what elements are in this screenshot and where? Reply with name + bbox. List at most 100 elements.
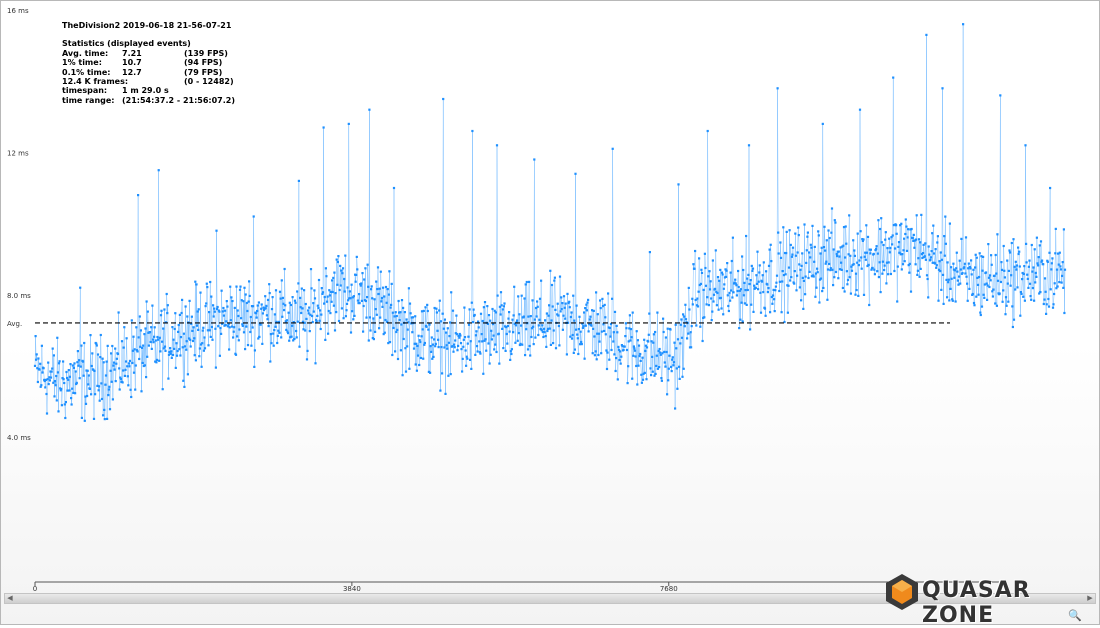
data-point bbox=[673, 341, 676, 344]
data-point bbox=[143, 333, 146, 336]
data-point bbox=[889, 272, 892, 276]
data-point bbox=[73, 362, 76, 365]
data-point bbox=[832, 284, 835, 287]
data-point bbox=[362, 330, 365, 333]
data-point bbox=[326, 295, 329, 298]
data-point bbox=[652, 333, 655, 336]
data-point bbox=[389, 306, 392, 309]
data-point bbox=[411, 316, 414, 319]
data-point bbox=[858, 108, 862, 111]
data-point bbox=[712, 300, 715, 303]
data-point bbox=[767, 264, 771, 267]
data-point bbox=[243, 286, 246, 289]
data-point bbox=[418, 363, 421, 367]
data-point bbox=[390, 282, 393, 285]
data-point bbox=[624, 335, 627, 338]
data-point bbox=[398, 319, 401, 322]
data-point bbox=[289, 303, 292, 307]
y-tick-label: 8.0 ms bbox=[7, 292, 31, 300]
data-point bbox=[131, 361, 134, 365]
data-point bbox=[102, 414, 105, 417]
data-point bbox=[746, 277, 749, 280]
data-point bbox=[334, 292, 337, 295]
data-point bbox=[317, 278, 321, 282]
data-point bbox=[394, 350, 397, 353]
data-point bbox=[865, 251, 868, 254]
data-point bbox=[924, 258, 927, 261]
data-point bbox=[802, 307, 805, 310]
scroll-left-arrow-icon[interactable]: ◀ bbox=[5, 594, 15, 603]
data-point bbox=[949, 287, 952, 290]
data-point bbox=[939, 251, 942, 254]
data-point bbox=[635, 364, 638, 368]
data-point bbox=[643, 371, 646, 374]
data-point bbox=[368, 316, 371, 319]
data-point bbox=[378, 327, 381, 330]
data-point bbox=[992, 288, 995, 291]
data-point bbox=[794, 232, 797, 235]
zoom-icon[interactable]: 🔍 bbox=[1068, 609, 1084, 623]
data-point bbox=[186, 373, 189, 376]
data-point bbox=[1007, 269, 1010, 272]
data-point bbox=[1012, 238, 1015, 241]
data-point bbox=[103, 408, 106, 411]
data-point bbox=[963, 262, 966, 265]
data-point bbox=[47, 361, 50, 364]
data-point bbox=[1003, 276, 1006, 279]
data-point bbox=[849, 254, 852, 257]
data-point bbox=[194, 280, 197, 283]
data-point bbox=[372, 317, 375, 320]
data-point bbox=[1042, 263, 1045, 266]
data-point bbox=[848, 214, 851, 217]
data-point bbox=[863, 255, 866, 258]
data-point bbox=[269, 360, 272, 363]
data-point bbox=[735, 284, 738, 287]
data-point bbox=[990, 263, 993, 266]
data-point bbox=[446, 327, 449, 330]
data-point bbox=[1033, 248, 1036, 251]
data-point bbox=[846, 278, 850, 282]
data-point bbox=[790, 276, 793, 279]
data-point bbox=[411, 331, 414, 334]
data-point bbox=[213, 307, 216, 310]
y-tick-label: 16 ms bbox=[7, 7, 29, 15]
data-point bbox=[562, 295, 566, 298]
data-point bbox=[351, 310, 354, 313]
data-point bbox=[119, 377, 122, 381]
data-point bbox=[697, 290, 700, 293]
data-point bbox=[1016, 286, 1019, 289]
data-point bbox=[954, 300, 957, 303]
data-point bbox=[205, 282, 208, 285]
data-point bbox=[628, 314, 631, 317]
data-point bbox=[337, 319, 341, 323]
data-point bbox=[163, 345, 167, 348]
data-point bbox=[54, 384, 57, 387]
data-point bbox=[789, 279, 792, 282]
data-point bbox=[463, 336, 467, 339]
data-point bbox=[106, 344, 109, 347]
data-point bbox=[399, 349, 402, 352]
data-point bbox=[827, 229, 830, 232]
data-point bbox=[768, 248, 771, 251]
data-point bbox=[281, 296, 284, 299]
data-point bbox=[738, 327, 741, 330]
data-point bbox=[394, 311, 397, 314]
data-point bbox=[533, 158, 536, 161]
data-point bbox=[82, 374, 85, 377]
data-point bbox=[429, 345, 432, 348]
data-point bbox=[253, 349, 256, 352]
data-point bbox=[316, 314, 319, 317]
data-point bbox=[862, 293, 866, 296]
data-point bbox=[368, 108, 371, 111]
data-point bbox=[785, 252, 788, 255]
data-point bbox=[479, 352, 482, 355]
data-point bbox=[111, 344, 114, 348]
data-point bbox=[180, 311, 183, 315]
data-point bbox=[166, 312, 169, 315]
data-point bbox=[630, 336, 633, 339]
data-point bbox=[929, 258, 932, 261]
data-point bbox=[665, 350, 668, 354]
data-point bbox=[469, 340, 472, 343]
data-point bbox=[908, 271, 911, 274]
data-point bbox=[575, 328, 578, 331]
